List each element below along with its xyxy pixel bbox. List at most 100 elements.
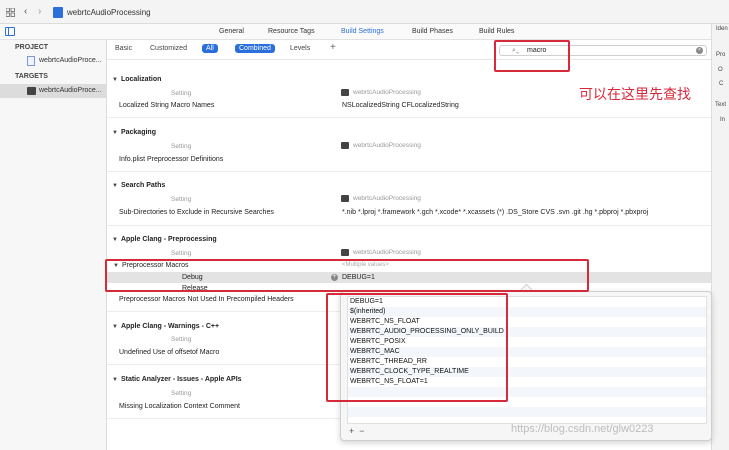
inspector-label: C [719, 81, 724, 87]
disclosure-triangle-icon[interactable]: ▼ [112, 77, 118, 83]
filter-customized[interactable]: Customized [150, 45, 187, 52]
targets-header: TARGETS [15, 73, 48, 80]
debug-config-row[interactable]: Debug + DEBUG=1 [107, 272, 711, 283]
list-item[interactable]: WEBRTC_CLOCK_TYPE_REALTIME [350, 368, 469, 375]
section-packaging[interactable]: ▼ Packaging [112, 129, 156, 136]
disclosure-triangle-icon[interactable]: ▼ [112, 130, 118, 136]
sidebar-item-project[interactable]: webrtcAudioProce... [0, 54, 106, 68]
inspector-label: Iden [716, 26, 728, 32]
inspector-panel: Iden Pro O C Text In [711, 24, 729, 450]
setting-row-value[interactable]: NSLocalizedString CFLocalizedString [342, 102, 459, 109]
remove-macro-button[interactable]: − [359, 426, 364, 436]
list-item[interactable]: WEBRTC_MAC [350, 348, 400, 355]
section-search-paths[interactable]: ▼ Search Paths [112, 182, 165, 189]
target-icon [27, 87, 36, 95]
add-remove-controls: + − [349, 426, 365, 436]
filter-basic[interactable]: Basic [115, 45, 132, 52]
divider [107, 171, 711, 172]
row-stripe [348, 307, 706, 317]
release-label[interactable]: Release [182, 285, 208, 292]
setting-row-name[interactable]: Sub-Directories to Exclude in Recursive … [119, 209, 274, 216]
row-stripe [348, 347, 706, 357]
setting-row-name[interactable]: Info.plist Preprocessor Definitions [119, 156, 223, 163]
multiple-values-label[interactable]: <Multiple values> [342, 262, 389, 268]
column-target-label: webrtcAudioProcessing [353, 249, 421, 257]
section-localization[interactable]: ▼ Localization [112, 76, 161, 83]
editor-tabs: General Resource Tags Build Settings Bui… [0, 24, 729, 40]
row-stripe [348, 387, 706, 397]
search-input[interactable]: macro [527, 47, 546, 54]
section-title: Localization [120, 76, 162, 83]
filter-combined[interactable]: Combined [235, 44, 275, 53]
section-title: Apple Clang - Preprocessing [120, 236, 217, 243]
list-item[interactable]: DEBUG=1 [350, 298, 383, 305]
disclosure-triangle-icon[interactable]: ▼ [113, 263, 119, 269]
column-setting-header: Setting [171, 336, 192, 343]
column-target-header: webrtcAudioProcessing [341, 249, 421, 256]
section-clang-warnings[interactable]: ▼ Apple Clang - Warnings - C++ [112, 323, 219, 330]
divider [107, 117, 711, 118]
setting-row-name: Preprocessor Macros [121, 262, 189, 269]
column-setting-header: Setting [171, 90, 192, 97]
section-static-analyzer[interactable]: ▼ Static Analyzer - Issues - Apple APIs [112, 376, 242, 383]
divider [107, 225, 711, 226]
tab-build-phases[interactable]: Build Phases [412, 28, 453, 35]
breadcrumb-file-title[interactable]: webrtcAudioProcessing [67, 8, 151, 17]
column-setting-header: Setting [171, 390, 192, 397]
tab-build-settings[interactable]: Build Settings [341, 28, 384, 35]
sidebar-toggle-icon[interactable] [5, 27, 15, 36]
list-item[interactable]: $(inherited) [350, 308, 385, 315]
tab-resource-tags[interactable]: Resource Tags [268, 28, 315, 35]
title-bar: ‹ › webrtcAudioProcessing [0, 0, 729, 24]
target-icon [341, 195, 349, 202]
search-field[interactable]: ⌕⌄ macro × [499, 45, 707, 56]
disclosure-triangle-icon[interactable]: ▼ [112, 324, 118, 330]
project-sidebar: PROJECT webrtcAudioProce... TARGETS webr… [0, 40, 107, 450]
preprocessor-macros-row[interactable]: ▼ Preprocessor Macros [113, 262, 188, 269]
column-target-label: webrtcAudioProcessing [353, 195, 421, 203]
target-icon [341, 89, 349, 96]
back-arrow-icon[interactable]: ‹ [24, 6, 27, 17]
list-item[interactable]: WEBRTC_POSIX [350, 338, 406, 345]
setting-row-name[interactable]: Preprocessor Macros Not Used In Precompi… [119, 296, 294, 303]
setting-row-name[interactable]: Missing Localization Context Comment [119, 403, 240, 410]
filter-all[interactable]: All [202, 44, 218, 53]
debug-label: Debug [182, 274, 203, 281]
column-setting-header: Setting [171, 196, 192, 203]
tab-general[interactable]: General [219, 28, 244, 35]
sidebar-item-label: webrtcAudioProce... [39, 57, 102, 64]
filter-levels[interactable]: Levels [290, 45, 310, 52]
forward-arrow-icon[interactable]: › [38, 6, 41, 17]
clear-search-icon[interactable]: × [696, 47, 703, 54]
disclosure-triangle-icon[interactable]: ▼ [112, 237, 118, 243]
column-target-header: webrtcAudioProcessing [341, 195, 421, 202]
setting-row-name[interactable]: Localized String Macro Names [119, 102, 214, 109]
sidebar-item-target[interactable]: webrtcAudioProce... [0, 84, 106, 98]
list-item[interactable]: WEBRTC_NS_FLOAT=1 [350, 378, 428, 385]
list-item[interactable]: WEBRTC_AUDIO_PROCESSING_ONLY_BUILD [350, 328, 504, 335]
row-stripe [348, 407, 706, 417]
section-title: Packaging [120, 129, 156, 136]
project-file-icon [53, 7, 63, 18]
grid-icon[interactable] [6, 8, 15, 17]
macros-editor-popover: DEBUG=1 $(inherited) WEBRTC_NS_FLOAT WEB… [340, 291, 712, 441]
column-target-header: webrtcAudioProcessing [341, 89, 421, 96]
disclosure-triangle-icon[interactable]: ▼ [112, 377, 118, 383]
project-header: PROJECT [15, 44, 49, 51]
macros-list[interactable]: DEBUG=1 $(inherited) WEBRTC_NS_FLOAT WEB… [347, 296, 707, 424]
disclosure-triangle-icon[interactable]: ▼ [112, 183, 118, 189]
add-condition-icon[interactable]: + [331, 274, 338, 281]
tab-build-rules[interactable]: Build Rules [479, 28, 514, 35]
list-item[interactable]: WEBRTC_THREAD_RR [350, 358, 427, 365]
setting-row-value[interactable]: *.nib *.lproj *.framework *.gch *.xcode*… [342, 209, 648, 216]
project-icon [27, 56, 35, 66]
sidebar-item-label: webrtcAudioProce... [39, 87, 102, 94]
section-clang-preprocessing[interactable]: ▼ Apple Clang - Preprocessing [112, 236, 217, 243]
setting-row-name[interactable]: Undefined Use of offsetof Macro [119, 349, 219, 356]
debug-value[interactable]: DEBUG=1 [342, 274, 375, 281]
add-macro-button[interactable]: + [349, 426, 354, 436]
add-setting-button[interactable]: + [330, 42, 336, 53]
list-item[interactable]: WEBRTC_NS_FLOAT [350, 318, 420, 325]
inspector-label: O [718, 67, 723, 73]
annotation-text: 可以在这里先查找 [579, 87, 691, 103]
